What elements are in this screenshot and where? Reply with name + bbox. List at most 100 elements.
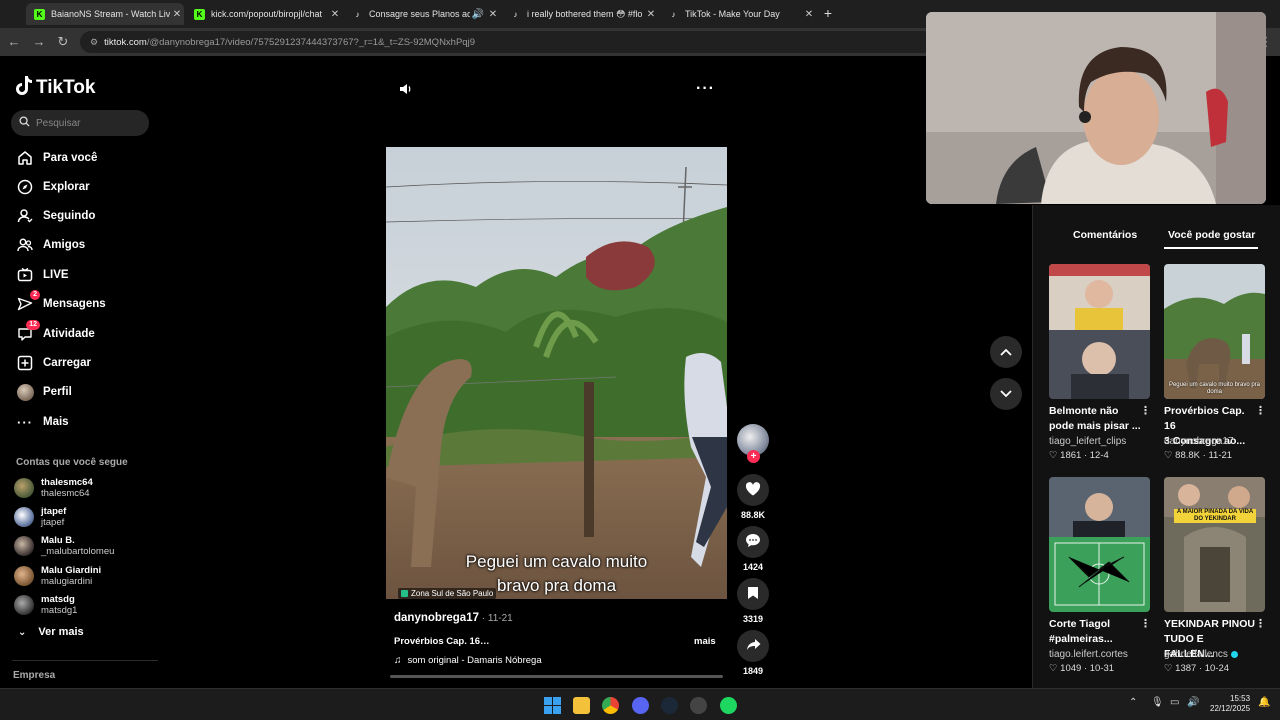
following-account[interactable]: Malu Giardini malugiardini: [14, 564, 101, 588]
account-handle: malugiardini: [41, 576, 93, 587]
comment-button[interactable]: [737, 526, 769, 558]
close-tab-icon[interactable]: ✕: [170, 9, 184, 20]
share-button[interactable]: [737, 630, 769, 662]
heart-outline-icon: ♡: [1049, 663, 1058, 674]
search-input[interactable]: Pesquisar: [11, 110, 149, 136]
card-menu-icon[interactable]: ⋮: [1140, 404, 1151, 417]
volume-icon[interactable]: [399, 82, 413, 99]
nav-explorar[interactable]: Explorar: [16, 177, 90, 197]
following-account[interactable]: jtapef jtapef: [14, 505, 66, 529]
video-author[interactable]: danynobrega17 · 11-21: [394, 612, 513, 624]
recommended-video-thumbnail[interactable]: [1049, 264, 1150, 399]
new-tab-button[interactable]: +: [820, 5, 836, 21]
browser-tab-4[interactable]: ♪ i really bothered them 😳 #flo ✕: [502, 3, 658, 25]
steam-icon[interactable]: [661, 697, 678, 714]
tray-chevron-up-icon[interactable]: ⌃: [1129, 697, 1137, 708]
see-more-button[interactable]: ⌄ Ver mais: [18, 626, 84, 638]
card-menu-icon[interactable]: ⋮: [1140, 617, 1151, 630]
discord-icon[interactable]: [632, 697, 649, 714]
close-tab-icon[interactable]: ✕: [644, 9, 658, 20]
recommended-video-author[interactable]: gabrielfallencs: [1164, 649, 1238, 660]
description-more-button[interactable]: mais: [694, 636, 716, 647]
nav-mais[interactable]: ··· Mais: [16, 412, 69, 432]
browser-tab-2[interactable]: K kick.com/popout/biropjl/chat ✕: [186, 3, 342, 25]
recommended-video-thumbnail[interactable]: [1049, 477, 1150, 612]
chrome-icon[interactable]: [602, 697, 619, 714]
tab-voce-pode-gostar[interactable]: Você pode gostar: [1168, 229, 1255, 241]
location-pin-icon: [401, 590, 408, 597]
address-bar[interactable]: ⚙ tiktok.com/@danynobrega17/video/757529…: [80, 31, 940, 53]
nav-label: Explorar: [43, 181, 90, 193]
close-tab-icon[interactable]: ✕: [802, 9, 816, 20]
tab-comentarios[interactable]: Comentários: [1073, 229, 1137, 241]
windows-start-icon[interactable]: [544, 697, 561, 714]
activity-badge: 12: [26, 320, 40, 330]
clock-date: 22/12/2025: [1210, 704, 1251, 713]
nav-atividade[interactable]: 12 Atividade: [16, 320, 95, 344]
card-menu-icon[interactable]: ⋮: [1255, 404, 1266, 417]
nav-label: Mensagens: [43, 298, 106, 310]
following-account[interactable]: matsdg matsdg1: [14, 593, 77, 617]
forward-icon[interactable]: →: [31, 34, 47, 50]
post-date: 10-24: [1204, 663, 1230, 674]
recommended-video-thumbnail[interactable]: A MAIOR PINADA DA VIDA DO YEKINDAR: [1164, 477, 1265, 612]
compass-icon: [16, 178, 34, 196]
audio-icon[interactable]: 🔊: [470, 9, 486, 20]
title-line: YEKINDAR PINOU: [1164, 618, 1256, 630]
avatar: [14, 566, 34, 586]
nav-live[interactable]: LIVE: [16, 265, 69, 285]
account-handle: jtapef: [41, 517, 65, 528]
follow-plus-button[interactable]: +: [747, 450, 760, 463]
nav-seguindo[interactable]: Seguindo: [16, 206, 95, 226]
footer-link[interactable]: Empresa: [13, 670, 55, 681]
browser-tab-1[interactable]: K BaianoNS Stream - Watch Live o ✕: [26, 3, 184, 25]
notification-bell-icon[interactable]: 🔔: [1258, 697, 1270, 708]
comment-icon: [745, 533, 761, 551]
following-account[interactable]: thalesmc64 thalesmc64: [14, 476, 93, 500]
speaker-icon[interactable]: 🔊: [1187, 697, 1199, 708]
tiktok-icon: [16, 76, 32, 100]
file-explorer-icon[interactable]: [573, 697, 590, 714]
location-tag[interactable]: Zona Sul de São Paulo: [398, 588, 497, 599]
site-info-icon[interactable]: ⚙: [90, 37, 98, 48]
sound-link[interactable]: ♫ som original - Damaris Nóbrega: [394, 655, 542, 666]
clock-time: 15:53: [1230, 694, 1251, 703]
video-player[interactable]: Peguei um cavalo muito bravo pra doma Zo…: [386, 147, 727, 599]
save-button[interactable]: [737, 578, 769, 610]
spotify-icon[interactable]: [720, 697, 737, 714]
next-video-button[interactable]: [990, 378, 1022, 410]
system-clock[interactable]: 15:53 22/12/2025: [1210, 694, 1250, 714]
nav-perfil[interactable]: Perfil: [16, 382, 72, 402]
recommended-video-thumbnail[interactable]: Peguei um cavalo muito bravo pra doma: [1164, 264, 1265, 399]
nav-para-voce[interactable]: Para você: [16, 148, 97, 168]
back-icon[interactable]: ←: [6, 34, 22, 50]
network-icon[interactable]: ▭: [1170, 697, 1179, 708]
location-label: Zona Sul de São Paulo: [411, 589, 494, 598]
subtitle-line: Peguei um cavalo muito: [465, 552, 648, 571]
previous-video-button[interactable]: [990, 336, 1022, 368]
tiktok-logo[interactable]: TikTok: [16, 76, 95, 100]
card-menu-icon[interactable]: ⋮: [1255, 617, 1266, 630]
recommended-video-author[interactable]: tiago_leifert_clips: [1049, 436, 1126, 447]
more-options-icon[interactable]: ···: [696, 80, 715, 98]
reload-icon[interactable]: ↻: [55, 34, 71, 50]
avatar: [14, 507, 34, 527]
following-account[interactable]: Malu B. _malubartolomeu: [14, 534, 114, 558]
nav-mensagens[interactable]: 2 Mensagens: [16, 290, 106, 314]
nav-label: Para você: [43, 152, 98, 164]
nav-label: Carregar: [43, 357, 91, 369]
video-progress-bar[interactable]: [390, 675, 723, 678]
microphone-icon[interactable]: 🎙: [1151, 697, 1164, 708]
like-button[interactable]: [737, 474, 769, 506]
browser-tab-3[interactable]: ♪ Consagre seus Planos ao Se 🔊 ✕: [344, 3, 500, 25]
nav-amigos[interactable]: Amigos: [16, 235, 85, 255]
recommended-video-author[interactable]: danynobrega17: [1164, 436, 1234, 447]
recommended-video-author[interactable]: tiago.leifert.cortes: [1049, 649, 1128, 660]
nav-carregar[interactable]: Carregar: [16, 353, 91, 373]
obs-icon[interactable]: [690, 697, 707, 714]
close-tab-icon[interactable]: ✕: [328, 9, 342, 20]
recommended-video-title[interactable]: Corte Tiagol #palmeiras...: [1049, 617, 1141, 647]
recommended-video-title[interactable]: Belmonte não pode mais pisar ...: [1049, 404, 1141, 434]
close-tab-icon[interactable]: ✕: [486, 9, 500, 20]
browser-tab-5[interactable]: ♪ TikTok - Make Your Day ✕: [660, 3, 816, 25]
